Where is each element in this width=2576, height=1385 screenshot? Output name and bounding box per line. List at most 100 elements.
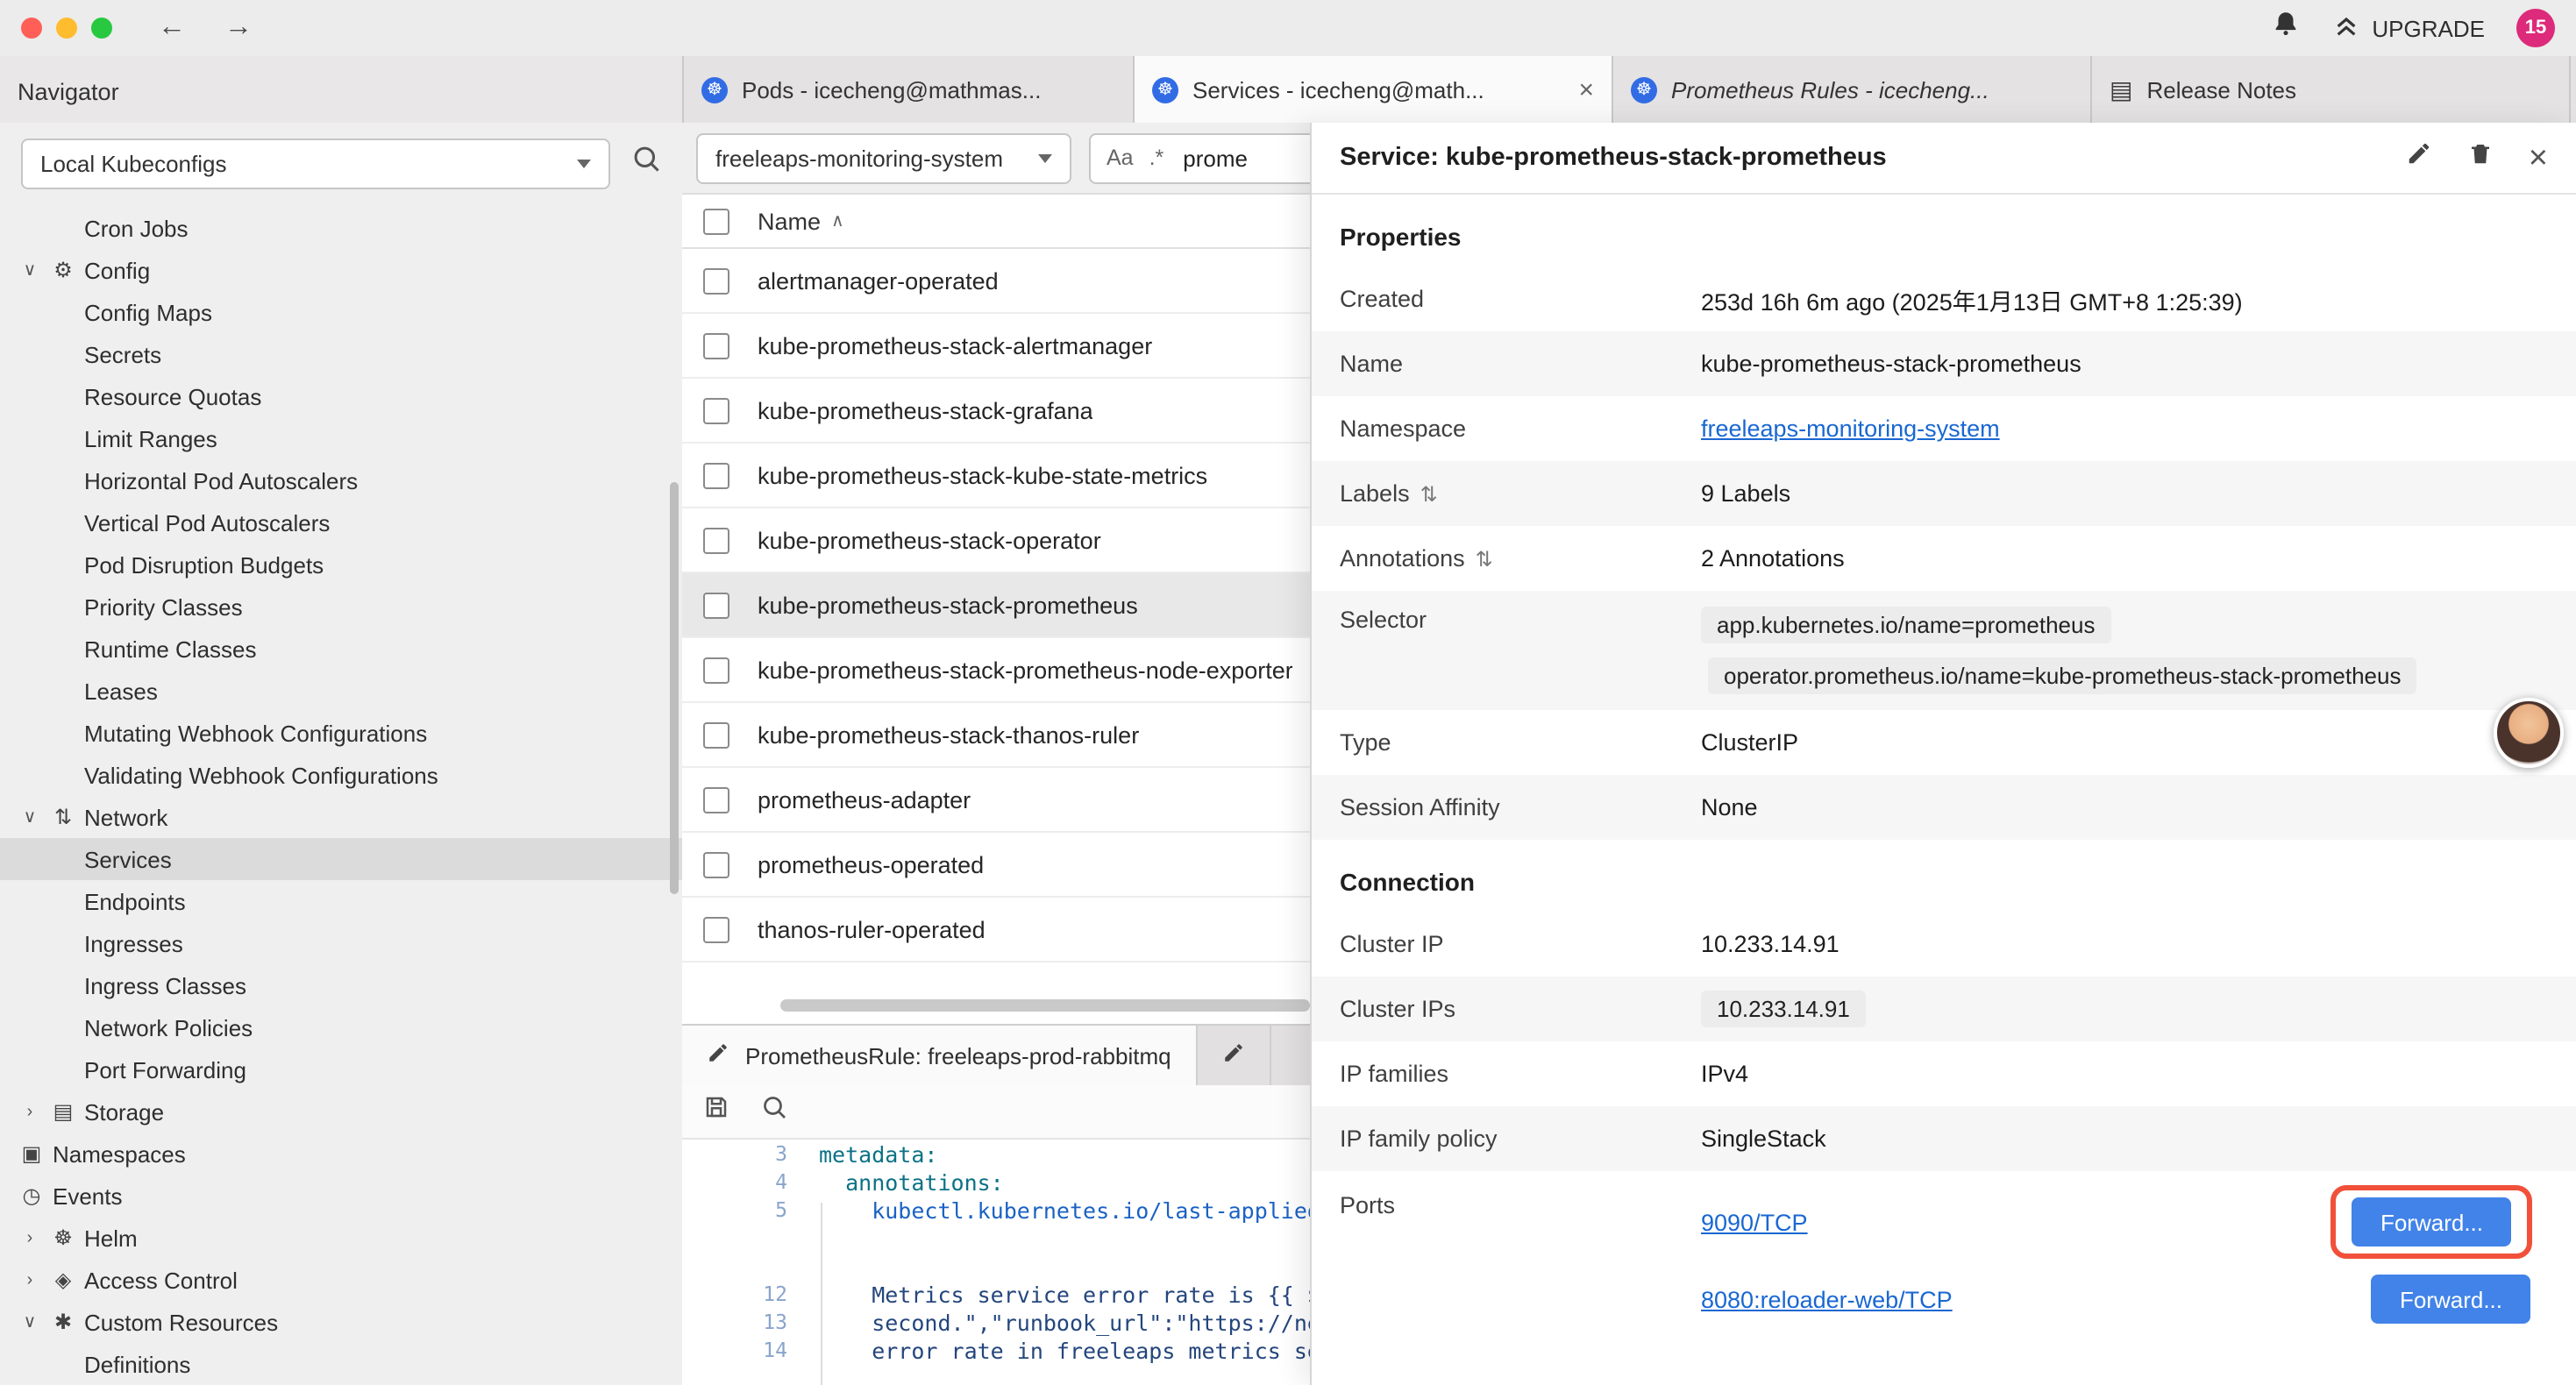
sidebar-item-vertical-pod-autoscalers[interactable]: Vertical Pod Autoscalers: [0, 501, 682, 543]
avatar[interactable]: [2494, 698, 2564, 768]
table-row-kube-prometheus-stack-alertmanager[interactable]: kube-prometheus-stack-alertmanager: [682, 314, 1310, 379]
upgrade-button[interactable]: UPGRADE: [2331, 11, 2485, 45]
table-row-prometheus-operated[interactable]: prometheus-operated: [682, 833, 1310, 898]
code-text[interactable]: annotations:: [812, 1168, 1004, 1195]
sidebar-item-cron-jobs[interactable]: Cron Jobs: [0, 207, 682, 249]
tab-argo[interactable]: ☸ Argo S: [2571, 56, 2576, 123]
horizontal-scrollbar[interactable]: [780, 999, 1310, 1012]
notification-badge[interactable]: 15: [2516, 9, 2555, 47]
code-text[interactable]: second.","runbook_url":"https://net: [812, 1309, 1310, 1335]
tree-expander-icon[interactable]: ›: [14, 1102, 46, 1121]
sidebar-item-storage[interactable]: › ▤ Storage: [0, 1090, 682, 1133]
table-row-kube-prometheus-stack-thanos-ruler[interactable]: kube-prometheus-stack-thanos-ruler: [682, 703, 1310, 768]
tab-release-notes[interactable]: ▤ Release Notes: [2092, 56, 2571, 123]
bell-icon[interactable]: [2270, 9, 2300, 47]
tab-services[interactable]: ☸ Services - icecheng@math... ×: [1135, 56, 1613, 123]
minimize-window-button[interactable]: [56, 18, 77, 39]
forward-port-button[interactable]: Forward...: [2372, 1275, 2530, 1324]
sidebar-item-priority-classes[interactable]: Priority Classes: [0, 586, 682, 628]
tab-pods[interactable]: ☸ Pods - icecheng@mathmas...: [684, 56, 1135, 123]
table-row-kube-prometheus-stack-prometheus[interactable]: kube-prometheus-stack-prometheus: [682, 573, 1310, 638]
sidebar-item-secrets[interactable]: Secrets: [0, 333, 682, 375]
sidebar-item-namespaces[interactable]: ▣ Namespaces: [0, 1133, 682, 1175]
trash-icon[interactable]: [2467, 140, 2494, 175]
sidebar-item-definitions[interactable]: Definitions: [0, 1343, 682, 1385]
sidebar-item-helm[interactable]: › ☸ Helm: [0, 1217, 682, 1259]
row-checkbox[interactable]: [703, 786, 729, 813]
search-icon[interactable]: [631, 144, 661, 182]
sidebar-item-network-policies[interactable]: Network Policies: [0, 1006, 682, 1048]
sidebar-item-ingress-classes[interactable]: Ingress Classes: [0, 964, 682, 1006]
tree-expander-icon[interactable]: ∨: [14, 260, 46, 280]
row-checkbox[interactable]: [703, 657, 729, 683]
code-text[interactable]: Metrics service error rate is {{ $va: [812, 1281, 1310, 1307]
zoom-window-button[interactable]: [91, 18, 112, 39]
port-link[interactable]: 8080:reloader-web/TCP: [1701, 1286, 1953, 1312]
match-case-toggle[interactable]: Aa: [1107, 146, 1134, 170]
row-checkbox[interactable]: [703, 721, 729, 748]
namespace-select[interactable]: freeleaps-monitoring-system: [696, 132, 1071, 183]
close-tab-icon[interactable]: ×: [1578, 76, 1594, 103]
sidebar-item-config-maps[interactable]: Config Maps: [0, 291, 682, 333]
sidebar-item-pod-disruption-budgets[interactable]: Pod Disruption Budgets: [0, 543, 682, 586]
close-window-button[interactable]: [21, 18, 42, 39]
edit-icon[interactable]: [2406, 140, 2432, 175]
sidebar-item-mutating-webhook-configurations[interactable]: Mutating Webhook Configurations: [0, 712, 682, 754]
row-checkbox[interactable]: [703, 332, 729, 359]
row-checkbox[interactable]: [703, 267, 729, 294]
table-row-kube-prometheus-stack-kube-state-metrics[interactable]: kube-prometheus-stack-kube-state-metrics: [682, 444, 1310, 508]
sidebar-item-events[interactable]: ◷ Events: [0, 1175, 682, 1217]
filter-input[interactable]: [1179, 143, 1309, 173]
table-row-kube-prometheus-stack-prometheus-node-exporter[interactable]: kube-prometheus-stack-prometheus-node-ex…: [682, 638, 1310, 703]
forward-icon[interactable]: →: [224, 12, 253, 44]
row-checkbox[interactable]: [703, 527, 729, 553]
sidebar-item-endpoints[interactable]: Endpoints: [0, 880, 682, 922]
sidebar-item-limit-ranges[interactable]: Limit Ranges: [0, 417, 682, 459]
tab-prometheus-rules[interactable]: ☸ Prometheus Rules - icecheng...: [1613, 56, 2092, 123]
table-row-alertmanager-operated[interactable]: alertmanager-operated: [682, 249, 1310, 314]
table-row-kube-prometheus-stack-operator[interactable]: kube-prometheus-stack-operator: [682, 508, 1310, 573]
name-column-header[interactable]: Name ∧: [758, 208, 844, 234]
sidebar-item-ingresses[interactable]: Ingresses: [0, 922, 682, 964]
select-all-checkbox[interactable]: [703, 208, 729, 234]
table-row-kube-prometheus-stack-grafana[interactable]: kube-prometheus-stack-grafana: [682, 379, 1310, 444]
filter-input-box[interactable]: Aa .*: [1089, 132, 1310, 183]
row-checkbox[interactable]: [703, 916, 729, 942]
sidebar-item-network[interactable]: ∨ ⇅ Network: [0, 796, 682, 838]
sidebar-item-custom-resources[interactable]: ∨ ✱ Custom Resources: [0, 1301, 682, 1343]
port-link[interactable]: 9090/TCP: [1701, 1209, 1808, 1235]
sidebar-scrollbar[interactable]: [670, 482, 679, 894]
sidebar-item-access-control[interactable]: › ◈ Access Control: [0, 1259, 682, 1301]
code-text[interactable]: metadata:: [812, 1140, 937, 1167]
row-checkbox[interactable]: [703, 592, 729, 618]
editor-tab-prometheusrule[interactable]: PrometheusRule: freeleaps-prod-rabbitmq: [682, 1026, 1198, 1085]
sidebar-item-validating-webhook-configurations[interactable]: Validating Webhook Configurations: [0, 754, 682, 796]
table-row-prometheus-adapter[interactable]: prometheus-adapter: [682, 768, 1310, 833]
code-text[interactable]: error rate in freeleaps metrics ser: [812, 1337, 1310, 1363]
back-icon[interactable]: ←: [158, 12, 186, 44]
close-icon[interactable]: ×: [2529, 141, 2548, 174]
expand-collapse-icon[interactable]: ⇅: [1476, 546, 1493, 571]
yaml-editor[interactable]: 3 metadata: 4 annotations: 5 kubectl.kub…: [682, 1140, 1310, 1385]
expand-collapse-icon[interactable]: ⇅: [1420, 481, 1438, 506]
row-checkbox[interactable]: [703, 397, 729, 423]
tree-expander-icon[interactable]: ∨: [14, 1312, 46, 1332]
sidebar-item-resource-quotas[interactable]: Resource Quotas: [0, 375, 682, 417]
editor-tab-partial[interactable]: [1198, 1026, 1271, 1085]
tree-expander-icon[interactable]: ∨: [14, 807, 46, 827]
sidebar-item-services[interactable]: Services: [0, 838, 682, 880]
code-text[interactable]: kubectl.kubernetes.io/last-applied-co: [812, 1197, 1310, 1223]
tree-expander-icon[interactable]: ›: [14, 1270, 46, 1289]
regex-toggle[interactable]: .*: [1149, 146, 1164, 170]
sidebar-item-port-forwarding[interactable]: Port Forwarding: [0, 1048, 682, 1090]
sidebar-item-leases[interactable]: Leases: [0, 670, 682, 712]
row-checkbox[interactable]: [703, 462, 729, 488]
forward-port-button[interactable]: Forward...: [2352, 1197, 2511, 1246]
search-icon[interactable]: [761, 1094, 787, 1129]
namespace-link[interactable]: freeleaps-monitoring-system: [1701, 416, 2000, 442]
row-checkbox[interactable]: [703, 851, 729, 877]
sidebar-item-runtime-classes[interactable]: Runtime Classes: [0, 628, 682, 670]
table-row-thanos-ruler-operated[interactable]: thanos-ruler-operated: [682, 898, 1310, 962]
save-icon[interactable]: [703, 1094, 729, 1129]
sidebar-item-config[interactable]: ∨ ⚙ Config: [0, 249, 682, 291]
